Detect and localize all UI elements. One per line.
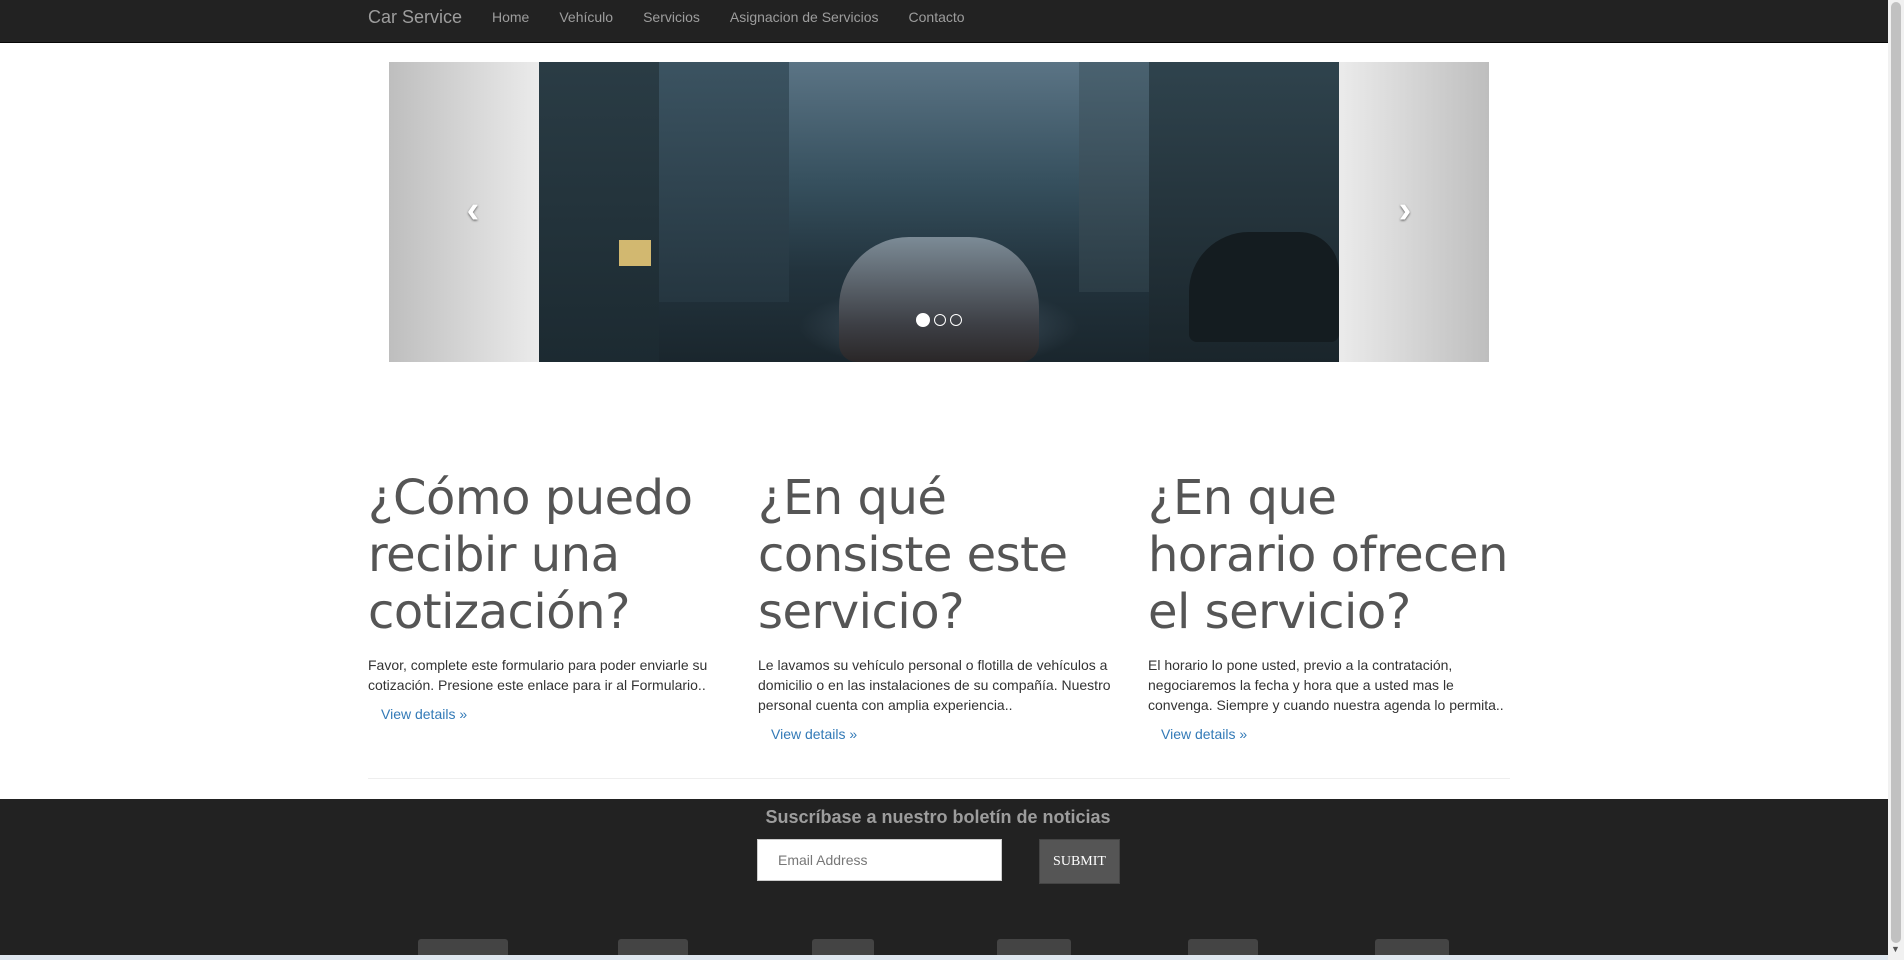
- lit-window: [619, 240, 651, 266]
- view-details-link[interactable]: View details »: [1161, 726, 1247, 742]
- column-text: El horario lo pone usted, previo a la co…: [1148, 657, 1504, 713]
- column-heading: ¿En qué consiste este servicio?: [758, 470, 1068, 640]
- nav-link-servicios[interactable]: Servicios: [628, 0, 715, 34]
- chevron-left-icon: ‹: [466, 189, 480, 231]
- email-input[interactable]: [757, 839, 1002, 881]
- nav-link-contacto[interactable]: Contacto: [894, 0, 980, 34]
- view-details-link[interactable]: View details »: [381, 706, 467, 722]
- nav-link-home[interactable]: Home: [477, 0, 544, 34]
- newsletter-title: Suscríbase a nuestro boletín de noticias: [765, 807, 1111, 827]
- scrollbar-thumb[interactable]: [1891, 2, 1901, 943]
- nav-item-asignacion: Asignacion de Servicios: [715, 0, 894, 42]
- divider: [368, 778, 1510, 779]
- image-carousel: ‹ ›: [389, 62, 1489, 362]
- nav-link-asignacion[interactable]: Asignacion de Servicios: [715, 0, 894, 34]
- submit-button[interactable]: SUBMIT: [1039, 839, 1120, 884]
- top-navbar: Car Service Home Vehículo Servicios Asig…: [0, 0, 1888, 43]
- building-left-2: [659, 62, 789, 302]
- nav-link-vehiculo[interactable]: Vehículo: [544, 0, 628, 34]
- nav-menu: Home Vehículo Servicios Asignacion de Se…: [477, 0, 980, 42]
- carousel-next-button[interactable]: ›: [1375, 180, 1435, 240]
- nav-item-contacto: Contacto: [894, 0, 980, 42]
- column-text: Favor, complete este formulario para pod…: [368, 657, 708, 693]
- column-heading: ¿Cómo puedo recibir una cotización?: [368, 470, 693, 640]
- feature-column-horario: ¿En que horario ofrecen el servicio? El …: [1148, 470, 1508, 744]
- column-heading: ¿En que horario ofrecen el servicio?: [1148, 470, 1508, 640]
- window-bottom-edge: [0, 955, 1888, 960]
- nav-item-vehiculo: Vehículo: [544, 0, 628, 42]
- carousel-prev-button[interactable]: ‹: [443, 180, 503, 240]
- nav-item-servicios: Servicios: [628, 0, 715, 42]
- chevron-right-icon: ›: [1398, 189, 1412, 231]
- view-details-link[interactable]: View details »: [771, 726, 857, 742]
- feature-column-cotizacion: ¿Cómo puedo recibir una cotización? Favo…: [368, 470, 728, 724]
- column-text: Le lavamos su vehículo personal o flotil…: [758, 657, 1111, 713]
- nav-item-home: Home: [477, 0, 544, 42]
- carousel-indicator-2[interactable]: [934, 314, 946, 326]
- building-left: [539, 62, 659, 362]
- brand-link[interactable]: Car Service: [368, 0, 462, 42]
- carousel-indicator-3[interactable]: [950, 314, 962, 326]
- parked-car: [1189, 232, 1339, 342]
- feature-column-servicio: ¿En qué consiste este servicio? Le lavam…: [758, 470, 1118, 744]
- building-right-2: [1079, 62, 1149, 292]
- car-rear: [839, 237, 1039, 362]
- carousel-indicators: [916, 313, 962, 327]
- scroll-down-arrow-icon[interactable]: ▼: [1891, 944, 1900, 954]
- carousel-indicator-1[interactable]: [916, 313, 930, 327]
